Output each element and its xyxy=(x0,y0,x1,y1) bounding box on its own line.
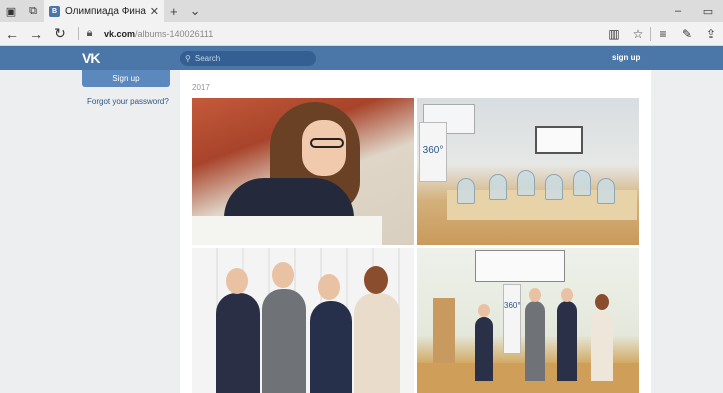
vk-favicon-icon: В xyxy=(49,5,60,17)
photo-detail xyxy=(192,216,382,245)
photo-detail xyxy=(318,274,340,300)
close-tab-icon[interactable]: ✕ xyxy=(150,5,159,18)
sign-up-link[interactable]: sign up xyxy=(612,53,640,62)
browser-nav-bar: ← → ↻ 🔒︎ vk.com/albums-140026111 ▥ ☆ ≡ ✎… xyxy=(0,22,723,46)
right-page-margin xyxy=(651,70,723,393)
photo-group-portrait[interactable] xyxy=(192,248,414,393)
photo-student-writing[interactable] xyxy=(192,98,414,245)
address-bar[interactable]: vk.com/albums-140026111 xyxy=(104,29,213,39)
restore-icon[interactable]: ▭ xyxy=(693,5,723,18)
photo-detail xyxy=(433,298,455,368)
photo-person xyxy=(310,301,352,393)
photo-trophy xyxy=(597,178,615,204)
photo-trophies[interactable]: 360° xyxy=(417,98,639,245)
tab-preview-icon[interactable]: ▣ xyxy=(0,0,22,22)
nav-right-tools: ▥ ☆ ≡ ✎ ⇪ xyxy=(602,26,723,41)
photo-detail xyxy=(561,288,573,302)
photo-trophy xyxy=(545,174,563,200)
album-content: 2017 360° 360° xyxy=(180,70,651,393)
forgot-password-link[interactable]: Forgot your password? xyxy=(87,97,169,106)
chevron-down-icon[interactable]: ⌄ xyxy=(184,3,207,19)
refresh-icon[interactable]: ↻ xyxy=(48,25,72,42)
search-icon: ⚲ xyxy=(185,54,191,63)
photo-detail xyxy=(478,304,490,317)
back-icon[interactable]: ← xyxy=(0,26,24,42)
minimize-icon[interactable]: – xyxy=(663,5,693,18)
photo-detail xyxy=(310,138,344,148)
photo-trophy xyxy=(489,174,507,200)
search-box[interactable]: ⚲ xyxy=(180,51,316,66)
tab-aside-icon[interactable]: ⧉ xyxy=(22,0,44,22)
new-tab-icon[interactable]: + xyxy=(164,4,184,19)
url-path: /albums-140026111 xyxy=(135,28,214,39)
hub-icon[interactable]: ≡ xyxy=(651,27,675,41)
lock-icon: 🔒︎ xyxy=(78,27,100,40)
photo-trophy xyxy=(517,170,535,196)
photo-trophy xyxy=(573,170,591,196)
photo-detail xyxy=(595,294,609,310)
share-icon[interactable]: ⇪ xyxy=(699,27,723,41)
photo-stand: 360° xyxy=(503,284,521,354)
photo-trophy xyxy=(457,178,475,204)
photo-person xyxy=(262,289,306,393)
photo-person xyxy=(591,311,613,381)
photo-person xyxy=(525,301,545,381)
vk-logo[interactable]: VK xyxy=(82,50,100,66)
browser-tab[interactable]: В Олимпиада Финансы I ✕ xyxy=(44,0,164,22)
photo-presentation[interactable]: 360° xyxy=(417,248,639,393)
photo-person xyxy=(557,301,577,381)
photo-detail xyxy=(226,268,248,294)
forward-icon[interactable]: → xyxy=(24,26,48,42)
browser-tab-bar: ▣ ⧉ В Олимпиада Финансы I ✕ + ⌄ – ▭ xyxy=(0,0,723,22)
tab-title: Олимпиада Финансы I xyxy=(65,5,146,17)
album-year-heading: 2017 xyxy=(192,83,210,92)
photo-detail xyxy=(272,262,294,288)
photo-person xyxy=(475,317,493,381)
pen-icon[interactable]: ✎ xyxy=(675,27,699,41)
url-domain: vk.com xyxy=(104,28,136,39)
photo-detail xyxy=(535,126,583,154)
photo-detail xyxy=(529,288,541,302)
photo-stand: 360° xyxy=(419,122,447,182)
vk-header: VK ⚲ sign up xyxy=(0,46,723,70)
window-controls: – ▭ xyxy=(663,5,723,18)
search-input[interactable] xyxy=(194,54,305,63)
photo-detail xyxy=(364,266,388,294)
photo-detail xyxy=(302,120,346,176)
photo-person xyxy=(354,293,400,393)
sign-up-button[interactable]: Sign up xyxy=(82,70,170,87)
reading-view-icon[interactable]: ▥ xyxy=(602,27,626,41)
photo-person xyxy=(216,293,260,393)
photo-detail xyxy=(475,250,565,282)
favorite-star-icon[interactable]: ☆ xyxy=(626,27,650,41)
